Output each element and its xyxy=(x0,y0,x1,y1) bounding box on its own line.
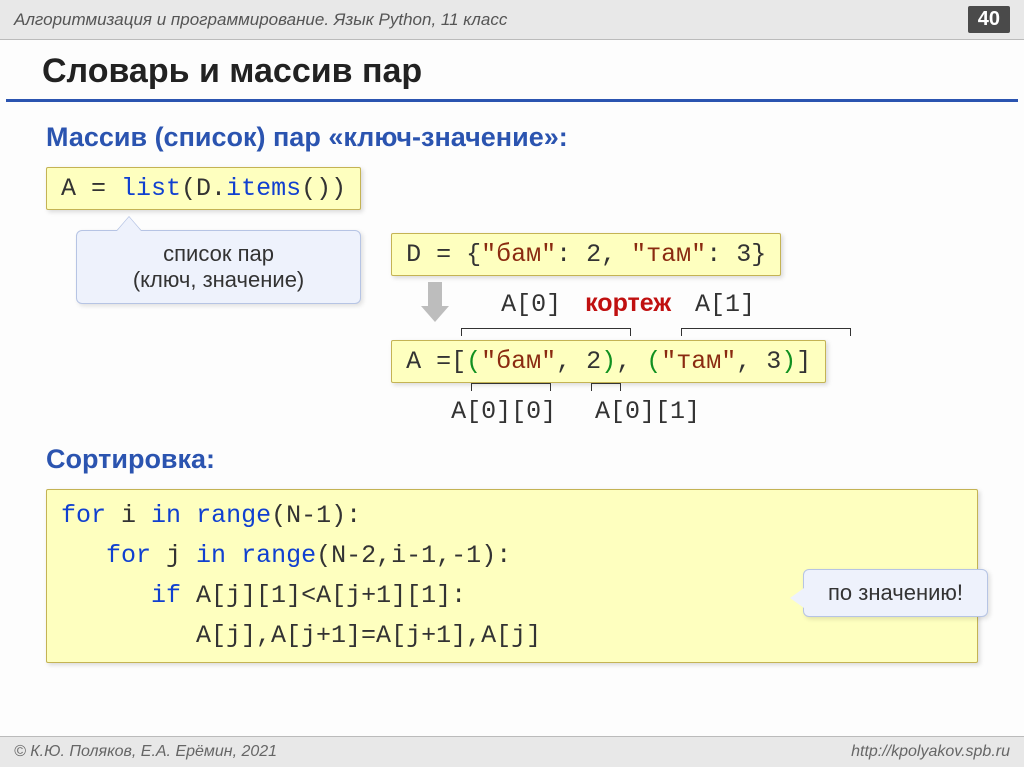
label-a01: A[0][1] xyxy=(595,397,700,426)
slide-title: Словарь и массив пар xyxy=(6,40,1018,102)
section-label-array: Массив (список) пар «ключ-значение»: xyxy=(46,122,978,153)
label-a0: A[0] xyxy=(501,290,561,319)
label-a1: A[1] xyxy=(695,290,755,319)
callout-list-of-pairs: список пар (ключ, значение) xyxy=(76,230,361,304)
callout-line1: список пар xyxy=(97,241,340,267)
label-tuple: кортеж xyxy=(585,289,671,318)
callout-by-value-text: по значению! xyxy=(828,580,963,605)
header-subtitle: Алгоритмизация и программирование. Язык … xyxy=(14,10,507,30)
code-list-a: A =[("бам", 2), ("там", 3)] xyxy=(391,340,826,383)
code-dict-d: D = {"бам": 2, "там": 3} xyxy=(391,233,781,276)
footer-copyright: © К.Ю. Поляков, Е.А. Ерёмин, 2021 xyxy=(14,743,277,761)
footer-url: http://kpolyakov.spb.ru xyxy=(851,743,1010,761)
label-a00: A[0][0] xyxy=(451,397,556,426)
slide-header: Алгоритмизация и программирование. Язык … xyxy=(0,0,1024,40)
section-label-sort: Сортировка: xyxy=(46,444,978,475)
callout-by-value: по значению! xyxy=(803,569,988,617)
arrow-down-icon xyxy=(421,282,449,322)
slide-content: Массив (список) пар «ключ-значение»: A =… xyxy=(0,102,1024,663)
callout-line2: (ключ, значение) xyxy=(97,267,340,293)
slide-footer: © К.Ю. Поляков, Е.А. Ерёмин, 2021 http:/… xyxy=(0,736,1024,767)
page-number: 40 xyxy=(968,6,1010,33)
code-list-items: A = list(D.items()) xyxy=(46,167,361,210)
